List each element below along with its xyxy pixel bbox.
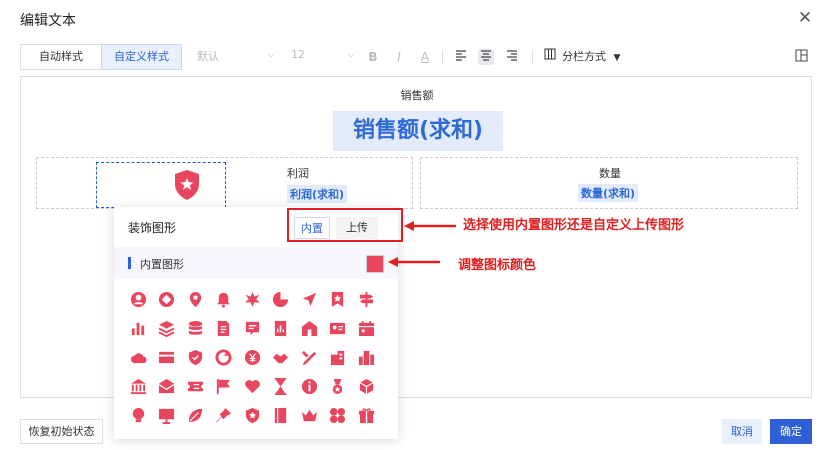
shield-star-icon[interactable] (242, 405, 262, 425)
house-icon[interactable] (299, 318, 319, 338)
bar-chart-icon[interactable] (128, 318, 148, 338)
database-icon[interactable] (185, 318, 205, 338)
profit-field-tag[interactable]: 利润(求和) (287, 185, 348, 203)
presentation-icon[interactable] (157, 405, 177, 425)
quantity-field-tag[interactable]: 数量(求和) (578, 184, 639, 202)
annotation-arrow (388, 257, 440, 267)
refresh-icon[interactable] (214, 347, 234, 367)
panel-layout-icon[interactable] (793, 49, 809, 65)
sales-field-tag[interactable]: 销售额(求和) (333, 111, 503, 151)
profit-label: 利润 (287, 167, 309, 180)
toolbar: 自动样式 自定义样式 默认 ⌵ 12 ⌵ B I A 分栏方式 ▼ (20, 44, 812, 70)
restore-default-button[interactable]: 恢复初始状态 (20, 419, 103, 444)
font-size-select[interactable]: 12 ⌵ (291, 48, 355, 66)
medal-icon[interactable] (328, 376, 348, 396)
cloud-icon[interactable] (128, 347, 148, 367)
column-layout-label: 分栏方式 (562, 50, 606, 63)
bookmark-star-icon[interactable] (328, 289, 348, 309)
font-size-value: 12 (291, 48, 305, 61)
font-family-value: 默认 (197, 50, 219, 63)
decoration-icon-slot[interactable] (96, 162, 226, 208)
confirm-button[interactable]: 确定 (770, 419, 812, 444)
shield-star-icon (175, 170, 199, 200)
italic-icon[interactable]: I (391, 49, 407, 65)
section-marker (128, 257, 131, 269)
cancel-button[interactable]: 取消 (722, 419, 762, 444)
bold-icon[interactable]: B (365, 49, 381, 65)
font-family-select[interactable]: 默认 ⌵ (197, 48, 275, 66)
location-pin-icon[interactable] (185, 289, 205, 309)
column-layout-dropdown[interactable]: 分栏方式 ▼ (544, 48, 620, 66)
bank-icon[interactable] (128, 376, 148, 396)
pie-chart-icon[interactable] (271, 289, 291, 309)
heart-icon[interactable] (242, 376, 262, 396)
align-right-icon[interactable] (504, 49, 520, 65)
annotation-arrow (404, 221, 456, 231)
chevron-down-icon: ⌵ (347, 49, 355, 60)
user-icon[interactable] (128, 289, 148, 309)
shield-check-icon[interactable] (185, 347, 205, 367)
close-icon[interactable]: ✕ (796, 9, 814, 27)
handshake-icon[interactable] (271, 347, 291, 367)
bell-icon[interactable] (214, 289, 234, 309)
builtin-section-label: 内置图形 (140, 258, 184, 271)
font-color-icon[interactable]: A (417, 49, 433, 65)
right-column-box[interactable]: 数量 数量(求和) (420, 157, 798, 209)
annotation-choose-source: 选择使用内置图形还是自定义上传图形 (463, 218, 685, 233)
id-card-icon[interactable] (328, 318, 348, 338)
hourglass-icon[interactable] (271, 376, 291, 396)
yen-coin-icon[interactable] (242, 347, 262, 367)
diamond-icon[interactable] (157, 289, 177, 309)
builtin-section-header: 内置图形 (114, 247, 398, 279)
auto-style-button[interactable]: 自动样式 (20, 44, 102, 70)
chevron-down-icon: ⌵ (267, 49, 275, 60)
pin-icon[interactable] (214, 405, 234, 425)
signpost-icon[interactable] (356, 289, 376, 309)
caret-down-icon: ▼ (613, 53, 621, 63)
mail-icon[interactable] (157, 376, 177, 396)
leaf-icon[interactable] (185, 405, 205, 425)
align-center-icon[interactable] (478, 49, 494, 65)
layers-icon[interactable] (157, 318, 177, 338)
chart-doc-icon[interactable] (271, 318, 291, 338)
ticket-icon[interactable] (185, 376, 205, 396)
left-column-box[interactable]: 利润 利润(求和) (36, 157, 413, 209)
toolbar-divider (532, 50, 533, 64)
icon-color-picker[interactable] (366, 255, 384, 273)
dialog-title: 编辑文本 (20, 13, 76, 29)
toolbar-divider (442, 50, 443, 64)
sales-label: 销售额 (400, 89, 434, 102)
crown-icon[interactable] (299, 405, 319, 425)
dialog-title-bar: 编辑文本 ✕ (0, 0, 831, 38)
gift-icon[interactable] (356, 405, 376, 425)
building-icon[interactable] (328, 347, 348, 367)
align-left-icon[interactable] (453, 49, 469, 65)
calendar-icon[interactable] (356, 318, 376, 338)
flag-icon[interactable] (214, 376, 234, 396)
icon-grid (128, 289, 388, 434)
message-box-icon[interactable] (242, 318, 262, 338)
book-icon[interactable] (271, 405, 291, 425)
star-burst-icon[interactable] (242, 289, 262, 309)
city-icon[interactable] (356, 347, 376, 367)
columns-icon (544, 48, 558, 66)
info-icon[interactable] (299, 376, 319, 396)
annotation-highlight-box (287, 208, 403, 242)
document-icon[interactable] (214, 318, 234, 338)
credit-card-icon[interactable] (157, 347, 177, 367)
custom-style-button[interactable]: 自定义样式 (101, 44, 182, 70)
annotation-adjust-color: 调整图标颜色 (458, 258, 537, 273)
lightbulb-icon[interactable] (128, 405, 148, 425)
quantity-label: 数量 (599, 167, 621, 180)
pencil-ruler-icon[interactable] (299, 347, 319, 367)
popup-title: 装饰图形 (128, 221, 177, 235)
cube-icon[interactable] (356, 376, 376, 396)
clover-icon[interactable] (328, 405, 348, 425)
navigate-icon[interactable] (299, 289, 319, 309)
